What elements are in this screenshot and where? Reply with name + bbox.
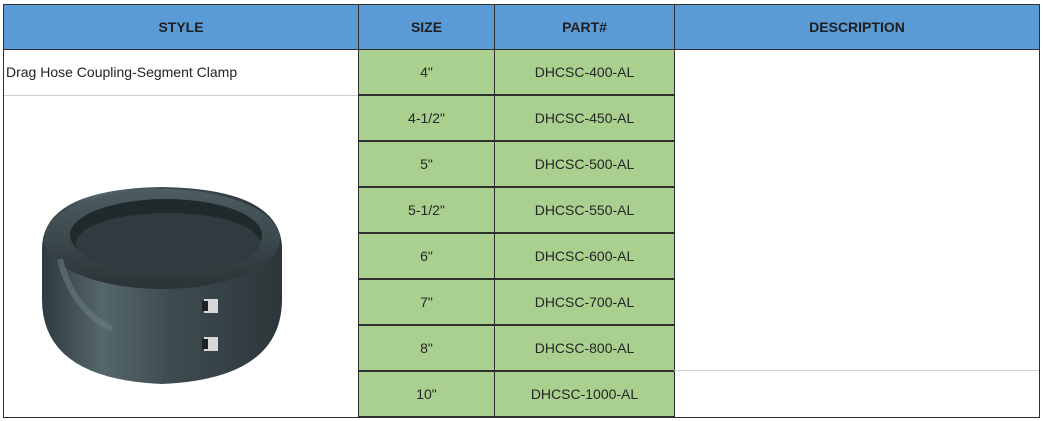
part-number-cell: DHCSC-600-AL (494, 233, 675, 279)
size-cell: 10" (358, 371, 495, 417)
header-style: STYLE (3, 4, 359, 50)
part-number-cell: DHCSC-500-AL (494, 141, 675, 187)
size-cell: 5-1/2" (358, 187, 495, 233)
part-number-cell: DHCSC-400-AL (494, 49, 675, 95)
description-column (674, 49, 1040, 418)
size-cell: 5" (358, 141, 495, 187)
row-divider (4, 95, 359, 96)
size-cell: 4" (358, 49, 495, 95)
part-number-cell: DHCSC-450-AL (494, 95, 675, 141)
row-divider (674, 370, 1039, 371)
part-number-cell: DHCSC-700-AL (494, 279, 675, 325)
part-number-cell: DHCSC-1000-AL (494, 371, 675, 417)
header-size: SIZE (358, 4, 495, 50)
header-part-number: PART# (494, 4, 675, 50)
size-cell: 6" (358, 233, 495, 279)
style-name: Drag Hose Coupling-Segment Clamp (6, 64, 238, 80)
size-cell: 8" (358, 325, 495, 371)
product-table: STYLE SIZE PART# DESCRIPTION Drag Hose C… (3, 4, 1040, 418)
segment-clamp-image (42, 187, 282, 384)
table-bottom-border (3, 417, 1040, 418)
part-number-cell: DHCSC-550-AL (494, 187, 675, 233)
size-cell: 7" (358, 279, 495, 325)
style-column: Drag Hose Coupling-Segment Clamp (3, 49, 359, 418)
size-cell: 4-1/2" (358, 95, 495, 141)
header-description: DESCRIPTION (674, 4, 1040, 50)
part-number-cell: DHCSC-800-AL (494, 325, 675, 371)
